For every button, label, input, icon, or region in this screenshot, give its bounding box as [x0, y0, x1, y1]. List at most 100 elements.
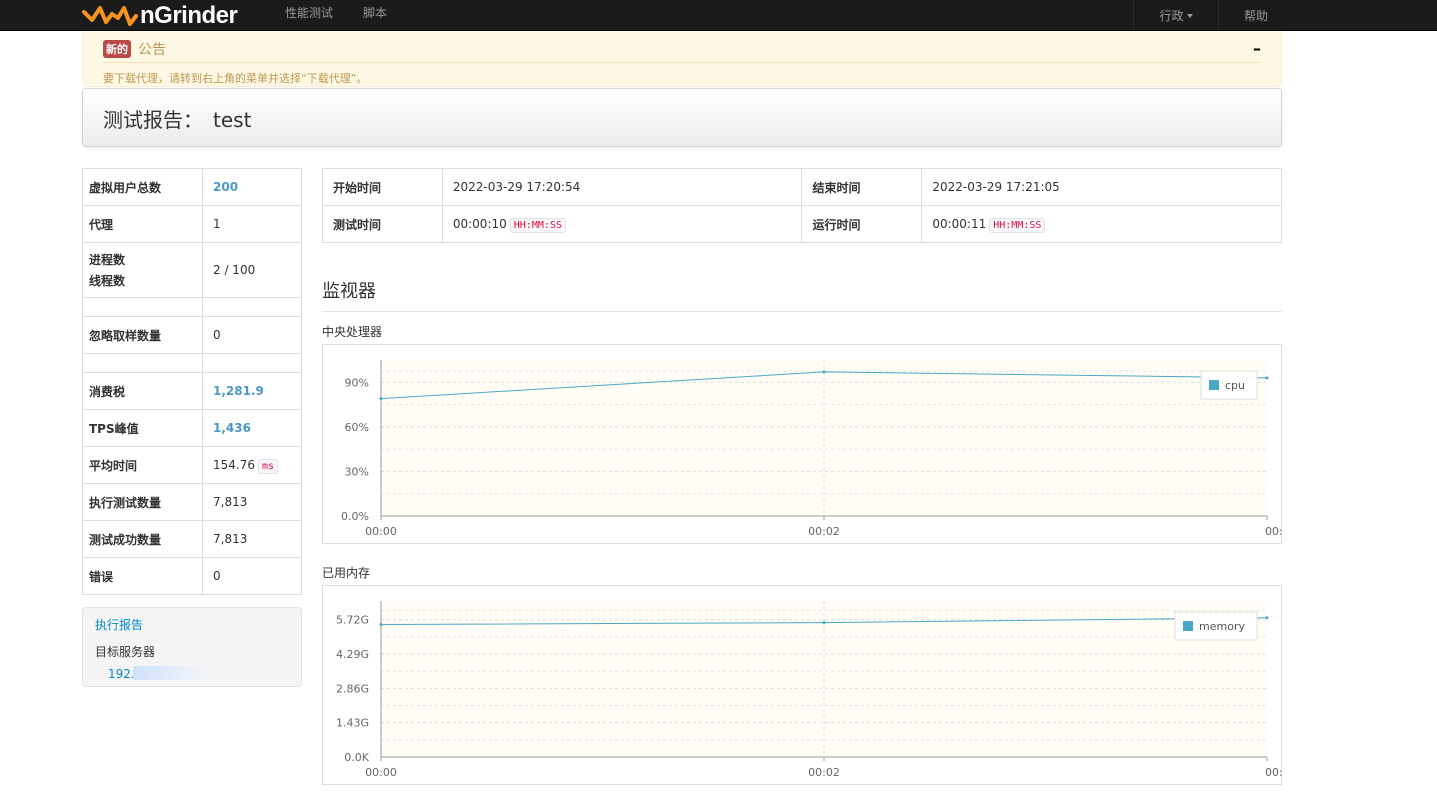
nav-script[interactable]: 脚本 [363, 4, 387, 21]
time-format-badge: HH:MM:SS [989, 218, 1046, 233]
mean-time-label: 平均时间 [82, 446, 203, 484]
legend-label: memory [1199, 620, 1245, 633]
data-point [379, 397, 383, 401]
test-time-cell: 00:00:10 HH:MM:SS [441, 205, 803, 243]
data-point [822, 370, 826, 374]
table-row: 消费税 1,281.9 [82, 372, 302, 410]
x-tick-label: 00:00 [365, 525, 397, 538]
cpu-chart: 0.0% 30% 60% 90% 00:00 00:02 00:04 cpu [322, 344, 1283, 544]
divider [103, 62, 1261, 63]
mean-time-value: 154.76 [213, 458, 255, 472]
table-row: 测试时间 00:00:10 HH:MM:SS 运行时间 00:00:11 HH:MM… [322, 205, 1282, 243]
memory-chart-svg: 0.0K 1.43G 2.86G 4.29G 5.72G 00:00 00:02 00:04 m… [336, 601, 1283, 779]
time-format-badge: HH:MM:SS [509, 218, 566, 233]
top-navbar: nGrinder 性能测试 脚本 行政 帮助 [0, 0, 1437, 31]
tps-value: 1,281.9 [202, 372, 302, 410]
nav-admin-dropdown[interactable]: 行政 [1133, 0, 1218, 31]
y-tick-label: 2.86G [336, 682, 369, 695]
vusers-value: 200 [202, 168, 302, 206]
cpu-chart-title: 中央处理器 [322, 325, 383, 339]
memory-chart: 0.0K 1.43G 2.86G 4.29G 5.72G 00:00 00:02 00:04 m… [322, 585, 1283, 785]
report-header: 测试报告： test [82, 88, 1282, 147]
test-time-table: 开始时间 2022-03-29 17:20:54 结束时间 2022-03-29… [322, 168, 1282, 243]
process-thread-label: 进程数 线程数 [82, 242, 203, 298]
run-time-cell: 00:00:11 HH:MM:SS [921, 205, 1282, 243]
data-point [1265, 616, 1269, 620]
new-badge: 新的 [103, 40, 131, 58]
x-tick-label: 00:04 [1265, 766, 1283, 779]
run-time-label: 运行时间 [801, 205, 923, 243]
success-label: 测试成功数量 [82, 520, 203, 558]
table-row: 执行测试数量 7,813 [82, 483, 302, 521]
peak-tps-label: TPS峰值 [82, 409, 203, 447]
table-row: TPS峰值 1,436 [82, 409, 302, 447]
table-row: 开始时间 2022-03-29 17:20:54 结束时间 2022-03-29… [322, 168, 1282, 206]
ms-unit-badge: ms [258, 459, 279, 474]
x-tick-label: 00:04 [1265, 525, 1283, 538]
report-side-panel: 执行报告 目标服务器 192. [82, 607, 302, 687]
y-tick-label: 90% [345, 376, 369, 389]
ignore-label: 忽略取样数量 [82, 316, 203, 354]
mean-time-cell: 154.76 ms [202, 446, 302, 484]
start-time-label: 开始时间 [322, 168, 443, 206]
data-point [822, 621, 826, 625]
start-time-value: 2022-03-29 17:20:54 [441, 168, 803, 206]
announcement-title: 公告 [138, 42, 166, 58]
collapse-button[interactable]: – [1253, 39, 1261, 58]
table-row: 测试成功数量 7,813 [82, 520, 302, 558]
legend-swatch [1183, 621, 1193, 631]
nav-admin-label: 行政 [1159, 9, 1184, 23]
brand-name: nGrinder [140, 1, 238, 29]
legend-swatch [1209, 380, 1219, 390]
executed-value: 7,813 [202, 483, 302, 521]
legend-label: cpu [1225, 379, 1245, 392]
y-tick-label: 30% [345, 465, 369, 478]
vusers-label: 虚拟用户总数 [82, 168, 203, 206]
report-label: 测试报告： [103, 108, 203, 132]
thread-label: 线程数 [89, 274, 126, 288]
x-tick-label: 00:00 [365, 766, 397, 779]
y-tick-label: 5.72G [336, 614, 369, 627]
errors-label: 错误 [82, 557, 203, 595]
data-point [1265, 376, 1269, 380]
success-value: 7,813 [202, 520, 302, 558]
peak-tps-value: 1,436 [202, 409, 302, 447]
table-row: 平均时间 154.76 ms [82, 446, 302, 484]
agents-label: 代理 [82, 205, 203, 243]
cpu-chart-svg: 0.0% 30% 60% 90% 00:00 00:02 00:04 cpu [341, 360, 1283, 538]
nav-help[interactable]: 帮助 [1218, 0, 1293, 31]
ngrinder-logo-icon [82, 5, 138, 26]
test-time-label: 测试时间 [322, 205, 443, 243]
memory-chart-title: 已用内存 [322, 566, 371, 580]
report-name: test [213, 108, 252, 132]
target-server-label: 目标服务器 [95, 645, 156, 659]
table-row [82, 297, 302, 317]
y-tick-label: 4.29G [336, 648, 369, 661]
process-thread-value: 2 / 100 [202, 242, 302, 298]
nav-performance-test[interactable]: 性能测试 [285, 4, 333, 21]
x-tick-label: 00:02 [808, 766, 840, 779]
executed-label: 执行测试数量 [82, 483, 203, 521]
brand-logo[interactable]: nGrinder [82, 0, 238, 31]
table-row: 忽略取样数量 0 [82, 316, 302, 354]
data-point [379, 623, 383, 627]
y-tick-label: 60% [345, 421, 369, 434]
table-row: 进程数 线程数 2 / 100 [82, 242, 302, 298]
agents-value: 1 [202, 205, 302, 243]
chevron-down-icon [1186, 13, 1193, 18]
ignore-value: 0 [202, 316, 302, 354]
target-server-link[interactable]: 192. [108, 667, 135, 681]
x-tick-label: 00:02 [808, 525, 840, 538]
detailed-report-link[interactable]: 执行报告 [95, 616, 143, 633]
table-row [82, 353, 302, 373]
y-tick-label: 0.0K [344, 751, 369, 764]
divider [322, 311, 1282, 312]
table-row: 虚拟用户总数 200 [82, 168, 302, 206]
process-label: 进程数 [89, 253, 126, 267]
summary-table: 虚拟用户总数 200 代理 1 进程数 线程数 2 / 100 忽略取样数量 0… [82, 168, 302, 595]
redacted-ip [133, 666, 208, 680]
errors-value: 0 [202, 557, 302, 595]
nav-help-label: 帮助 [1243, 9, 1268, 23]
run-time-value: 00:00:11 [932, 217, 987, 231]
announcement-body: 要下载代理，请转到右上角的菜单并选择“下载代理”。 [103, 72, 368, 85]
